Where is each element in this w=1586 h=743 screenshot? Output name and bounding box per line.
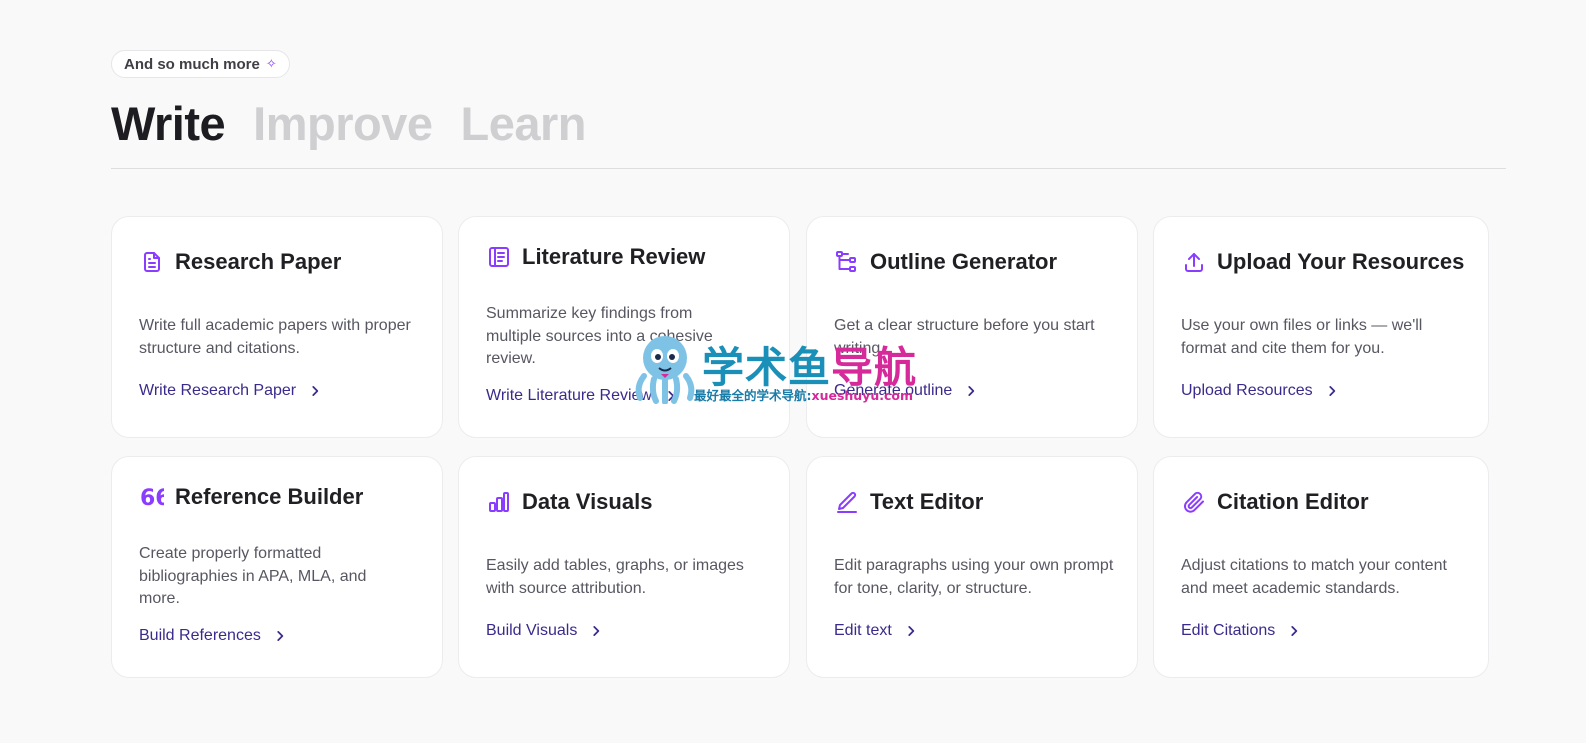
section-divider [111,168,1506,169]
svg-text:66: 66 [140,486,164,509]
more-badge: And so much more ✧ [111,50,290,78]
chevron-right-icon [593,626,600,636]
link-label: Write Literature Review [486,387,652,404]
features-section: And so much more ✧ Write Improve Learn R… [0,0,1586,743]
card-description: Get a clear structure before you start w… [834,317,1095,357]
card-description: Adjust citations to match your content a… [1181,557,1447,597]
chevron-right-icon [1291,626,1298,636]
build-visuals-link[interactable]: Build Visuals [486,622,603,640]
card-description: Write full academic papers with proper s… [139,317,411,357]
link-label: Upload Resources [1181,382,1313,399]
sparkle-icon: ✧ [265,56,277,71]
card-title: Data Visuals [522,489,653,514]
write-research-paper-link[interactable]: Write Research Paper [139,382,322,400]
card-title: Citation Editor [1217,489,1369,514]
category-tabs: Write Improve Learn [111,96,586,152]
card-upload-resources: Upload Your Resources Use your own files… [1153,216,1489,438]
chevron-right-icon [1329,386,1335,396]
link-label: Write Research Paper [139,382,297,399]
write-literature-review-link[interactable]: Write Literature Review [486,387,678,405]
link-label: Build References [139,627,261,644]
document-icon [139,249,165,275]
book-icon [486,244,512,270]
badge-label: And so much more [124,55,260,73]
card-text-editor: Text Editor Edit paragraphs using your o… [806,456,1138,678]
link-label: Edit Citations [1181,622,1276,639]
pen-icon [834,489,860,515]
card-description: Edit paragraphs using your own prompt fo… [834,557,1114,597]
generate-outline-link[interactable]: Generate outline [834,382,978,400]
card-literature-review: Literature Review Summarize key findings… [458,216,790,438]
card-title: Reference Builder [175,484,364,509]
card-title: Outline Generator [870,249,1058,274]
bar-chart-icon [486,489,512,515]
card-description: Summarize key findings from multiple sou… [486,305,713,367]
paperclip-icon [1181,489,1207,515]
chevron-right-icon [312,386,319,396]
card-reference-builder: 66 Reference Builder Create properly for… [111,456,443,678]
card-research-paper: Research Paper Write full academic paper… [111,216,443,438]
chevron-right-icon [908,626,915,636]
edit-citations-link[interactable]: Edit Citations [1181,622,1301,640]
card-description: Create properly formatted bibliographies… [139,545,367,607]
card-outline-generator: Outline Generator Get a clear structure … [806,216,1138,438]
tab-learn[interactable]: Learn [461,96,587,152]
card-description: Use your own files or links — we'll form… [1181,317,1423,357]
edit-text-link[interactable]: Edit text [834,622,918,640]
card-title: Upload Your Resources [1217,249,1465,274]
chevron-right-icon [668,391,675,401]
card-citation-editor: Citation Editor Adjust citations to matc… [1153,456,1489,678]
outline-tree-icon [834,249,860,275]
link-label: Generate outline [834,382,953,399]
card-description: Easily add tables, graphs, or images wit… [486,557,744,597]
upload-resources-link[interactable]: Upload Resources [1181,382,1339,400]
upload-icon [1181,249,1207,275]
card-title: Research Paper [175,249,342,274]
tab-write[interactable]: Write [111,96,226,152]
link-label: Edit text [834,622,892,639]
tab-improve[interactable]: Improve [253,96,433,152]
card-data-visuals: Data Visuals Easily add tables, graphs, … [458,456,790,678]
card-title: Literature Review [522,244,706,269]
card-title: Text Editor [870,489,984,514]
chevron-right-icon [277,631,284,641]
chevron-right-icon [968,386,975,396]
link-label: Build Visuals [486,622,578,639]
build-references-link[interactable]: Build References [139,627,287,645]
quote-icon: 66 [139,484,165,510]
